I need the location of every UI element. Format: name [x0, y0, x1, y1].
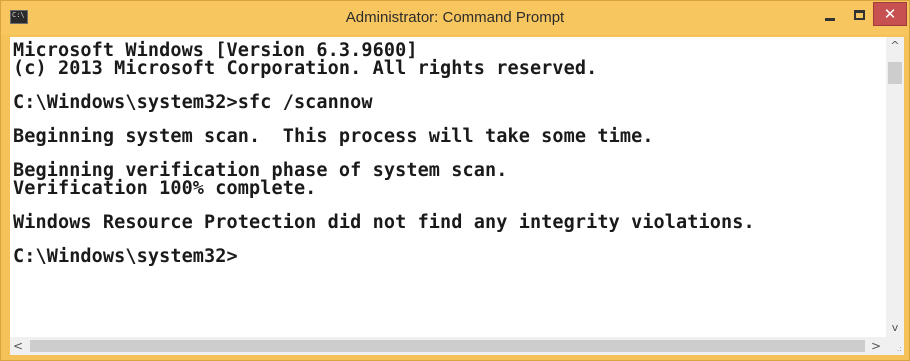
console-line-verification-complete: Verification 100% complete.: [13, 178, 317, 199]
scroll-down-arrow-icon[interactable]: v: [886, 321, 904, 334]
vertical-scroll-thumb[interactable]: [888, 62, 902, 84]
console-line-result: Windows Resource Protection did not find…: [13, 212, 755, 233]
console-line-prompt[interactable]: C:\Windows\system32>: [13, 247, 238, 267]
scroll-left-arrow-icon[interactable]: <: [13, 339, 23, 353]
resize-grip-icon: .:: [896, 344, 902, 353]
close-icon: ✕: [883, 4, 897, 23]
window-title: Administrator: Command Prompt: [345, 9, 565, 26]
command-prompt-window: C:\ Administrator: Command Prompt ✕ Micr…: [0, 0, 910, 361]
minimize-icon: [825, 17, 835, 21]
scroll-up-arrow-icon[interactable]: ^: [886, 39, 904, 52]
console-line-command: C:\Windows\system32>sfc /scannow: [13, 92, 373, 113]
minimize-button[interactable]: [815, 3, 845, 27]
maximize-button[interactable]: [845, 3, 873, 27]
console-line-scan-begin: Beginning system scan. This process will…: [13, 126, 654, 147]
console-output[interactable]: Microsoft Windows [Version 6.3.9600] (c)…: [10, 37, 886, 337]
title-bar[interactable]: C:\ Administrator: Command Prompt ✕: [1, 1, 909, 35]
horizontal-scroll-thumb[interactable]: [30, 340, 865, 352]
scroll-right-arrow-icon[interactable]: >: [871, 339, 881, 353]
vertical-scrollbar[interactable]: ^ v: [886, 37, 904, 337]
close-button[interactable]: ✕: [873, 2, 907, 26]
maximize-icon: [853, 10, 865, 20]
horizontal-scrollbar[interactable]: < >: [10, 337, 886, 355]
resize-grip[interactable]: .:: [886, 337, 904, 355]
console-line-copyright: (c) 2013 Microsoft Corporation. All righ…: [13, 58, 598, 79]
